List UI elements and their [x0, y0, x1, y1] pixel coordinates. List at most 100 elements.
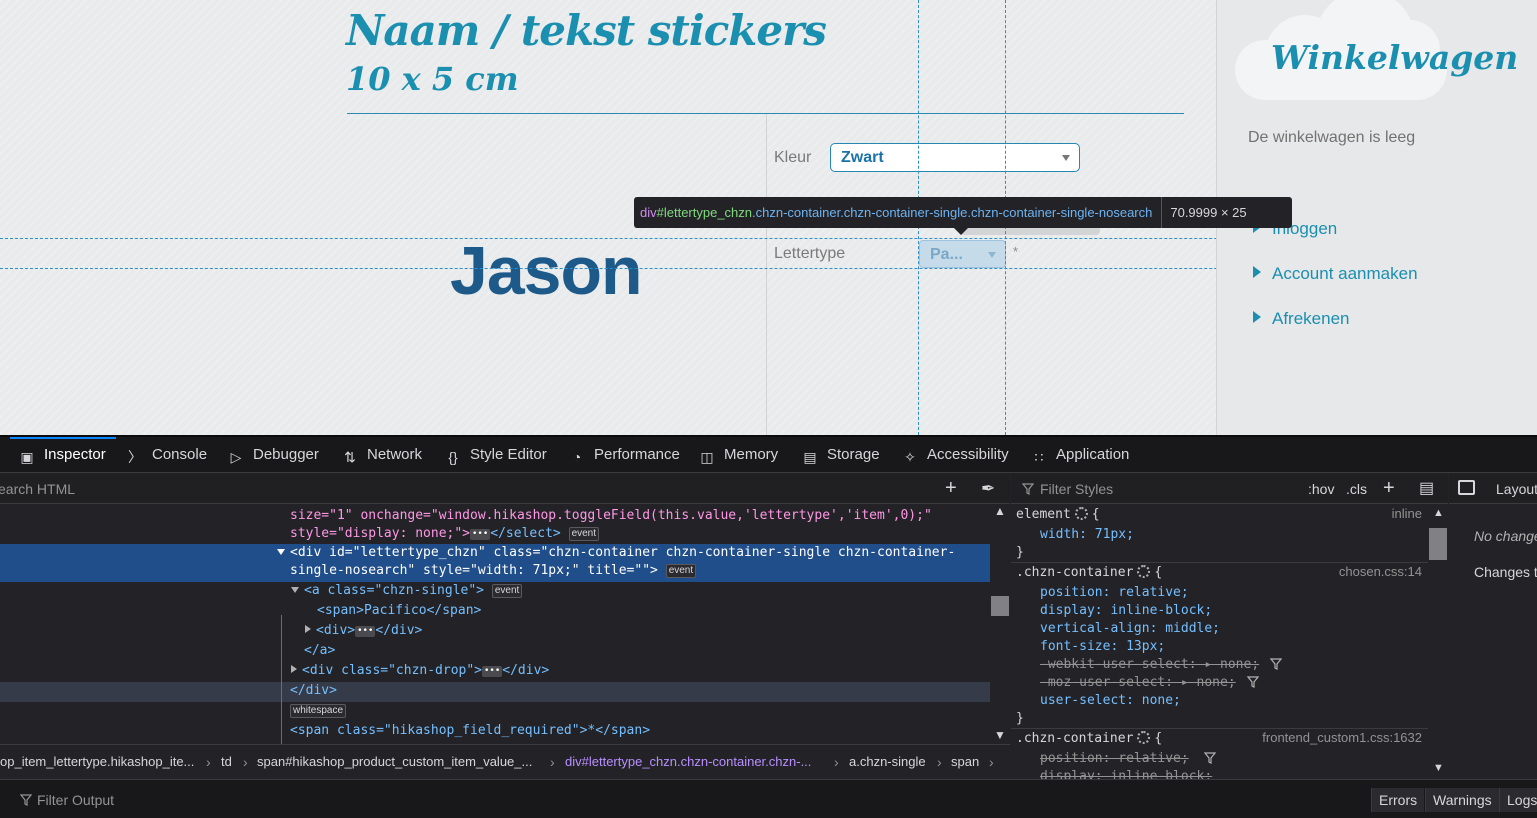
breadcrumb-item-current[interactable]: div#lettertype_chzn.chzn-container.chzn-…: [565, 745, 811, 779]
tab-accessibility[interactable]: ✧ Accessibility: [901, 437, 1009, 473]
rule-source[interactable]: chosen.css:14: [1339, 564, 1422, 579]
tab-inspector[interactable]: ▣ Inspector: [10, 437, 116, 473]
breadcrumb-item[interactable]: span: [951, 745, 979, 779]
tab-storage[interactable]: ▤ Storage: [801, 437, 879, 473]
tooltip-tag: div: [640, 205, 657, 220]
tab-layout[interactable]: Layout: [1496, 481, 1537, 497]
rule-declaration[interactable]: user-select: none;: [1040, 692, 1181, 710]
event-badge[interactable]: event: [665, 564, 697, 578]
collapsed-content[interactable]: •••: [355, 626, 376, 637]
scrollbar-thumb[interactable]: [1429, 528, 1447, 560]
scroll-up-icon[interactable]: ▲: [1433, 507, 1444, 519]
markup-line[interactable]: <div> ••• </div>: [0, 622, 990, 642]
rule-declaration[interactable]: font-size: 13px;: [1040, 638, 1165, 656]
cls-toggle[interactable]: .cls: [1346, 481, 1367, 497]
rule-declaration-overridden[interactable]: display: inline-block;: [1040, 768, 1212, 779]
kleur-select[interactable]: Zwart: [830, 143, 1080, 172]
tab-application[interactable]: ∷ Application: [1030, 437, 1130, 473]
rules-scrollbar[interactable]: ▲ ▼: [1428, 504, 1448, 779]
rule-declaration[interactable]: position: relative;: [1040, 584, 1189, 602]
scroll-down-icon[interactable]: ▼: [994, 728, 1006, 742]
rule-declaration[interactable]: display: inline-block;: [1040, 602, 1212, 620]
rule-selector[interactable]: element{: [1016, 506, 1100, 524]
rule-selector[interactable]: .chzn-container{: [1016, 730, 1162, 748]
scrollbar-thumb[interactable]: [991, 596, 1009, 616]
search-html-input[interactable]: earch HTML: [0, 481, 75, 497]
collapsed-content[interactable]: •••: [470, 529, 491, 540]
whitespace-badge[interactable]: whitespace: [290, 704, 347, 718]
filter-icon[interactable]: [1247, 676, 1259, 688]
tab-memory[interactable]: ◫ Memory: [698, 437, 778, 473]
scroll-down-icon[interactable]: ▼: [1433, 762, 1444, 774]
rule-declaration-overridden[interactable]: -moz-user-select: ▸ none;: [1040, 674, 1236, 692]
web-page: Naam / tekst stickers 10 x 5 cm Jason Kl…: [0, 0, 1537, 435]
logs-filter-button[interactable]: Logs: [1499, 788, 1537, 812]
link-account-aanmaken[interactable]: Account aanmaken: [1253, 264, 1418, 284]
kleur-selected-value: Zwart: [841, 149, 884, 166]
tab-performance[interactable]: ◔ Performance: [568, 437, 680, 473]
errors-filter-button[interactable]: Errors: [1371, 788, 1425, 812]
filter-icon[interactable]: [1270, 658, 1282, 670]
rule-declaration[interactable]: width: 71px;: [1040, 526, 1134, 544]
link-afrekenen[interactable]: Afrekenen: [1253, 309, 1350, 329]
network-icon: ⇅: [344, 449, 356, 465]
tab-console[interactable]: 〉 Console: [126, 437, 207, 473]
markup-line-selected[interactable]: <div id="lettertype_chzn" class="chzn-co…: [0, 544, 990, 582]
tab-network[interactable]: ⇅ Network: [341, 437, 422, 473]
event-badge[interactable]: event: [568, 527, 600, 541]
filter-icon[interactable]: [1204, 752, 1216, 764]
markup-line[interactable]: size="1" onchange="window.hikashop.toggl…: [0, 507, 990, 527]
rule-declaration[interactable]: vertical-align: middle;: [1040, 620, 1220, 638]
breadcrumb-item[interactable]: a.chzn-single: [849, 745, 926, 779]
lettertype-select[interactable]: Pa...: [919, 240, 1006, 268]
performance-icon: ◔: [572, 449, 582, 465]
tooltip-arrow: [954, 228, 968, 235]
print-media-icon[interactable]: ▤: [1419, 479, 1434, 499]
scroll-up-icon[interactable]: ▲: [994, 504, 1006, 518]
tab-label: Inspector: [44, 446, 106, 463]
add-node-icon[interactable]: +: [945, 478, 957, 498]
hov-toggle[interactable]: :hov: [1308, 481, 1334, 497]
breadcrumb-item[interactable]: td: [221, 745, 232, 779]
gear-icon[interactable]: [1137, 565, 1151, 578]
markup-scrollbar[interactable]: ▲ ▼: [990, 504, 1010, 744]
collapsed-content[interactable]: •••: [482, 666, 503, 677]
markup-line[interactable]: <span class="hikashop_field_required">*<…: [0, 722, 990, 742]
arrow-right-icon: [1253, 266, 1261, 278]
eyedropper-icon[interactable]: ✒: [981, 479, 995, 499]
tab-debugger[interactable]: ▷ Debugger: [227, 437, 319, 473]
markup-line[interactable]: <span>Pacifico</span>: [0, 602, 990, 622]
rule-declaration-overridden[interactable]: -webkit-user-select: ▸ none;: [1040, 656, 1259, 674]
tab-style-editor[interactable]: {} Style Editor: [444, 437, 546, 473]
rule-close: }: [1016, 545, 1024, 560]
product-size: 10 x 5 cm: [346, 60, 519, 98]
tab-label: Application: [1056, 446, 1130, 463]
rule-source[interactable]: inline: [1392, 506, 1422, 521]
lettertype-label: Lettertype: [774, 245, 846, 262]
warnings-filter-button[interactable]: Warnings: [1425, 788, 1499, 812]
rule-source[interactable]: frontend_custom1.css:1632: [1262, 730, 1422, 745]
add-rule-icon[interactable]: +: [1383, 478, 1395, 498]
filter-styles-input[interactable]: Filter Styles: [1040, 481, 1113, 497]
rule-selector[interactable]: .chzn-container{: [1016, 564, 1162, 582]
changes-note-text: Changes to: [1474, 564, 1537, 580]
breadcrumb-item[interactable]: op_item_lettertype.hikashop_ite...: [0, 745, 194, 779]
markup-line-hover[interactable]: </div>: [0, 682, 990, 702]
markup-line[interactable]: style="display: none;"> ••• </select> even…: [0, 525, 990, 545]
markup-line[interactable]: <div class="chzn-drop"> ••• </div>: [0, 662, 990, 682]
markup-line[interactable]: </a>: [0, 642, 990, 662]
tab-label: Performance: [594, 446, 680, 463]
event-badge[interactable]: event: [491, 584, 523, 598]
tab-label: Debugger: [253, 446, 319, 463]
sidebar-toggle-icon[interactable]: [1458, 480, 1475, 495]
rule-declaration-overridden[interactable]: position: relative;: [1040, 750, 1189, 768]
filter-output-input[interactable]: Filter Output: [37, 792, 114, 808]
link-label: Afrekenen: [1272, 309, 1350, 328]
chevron-right-icon[interactable]: ›: [989, 745, 994, 779]
markup-line[interactable]: <a class="chzn-single"> event: [0, 582, 990, 602]
gear-icon[interactable]: [1137, 731, 1151, 744]
breadcrumb-item[interactable]: span#hikashop_product_custom_item_value_…: [257, 745, 532, 779]
markup-line[interactable]: whitespace: [0, 702, 990, 722]
gear-icon[interactable]: [1074, 507, 1088, 520]
chevron-down-icon: [1062, 155, 1070, 161]
